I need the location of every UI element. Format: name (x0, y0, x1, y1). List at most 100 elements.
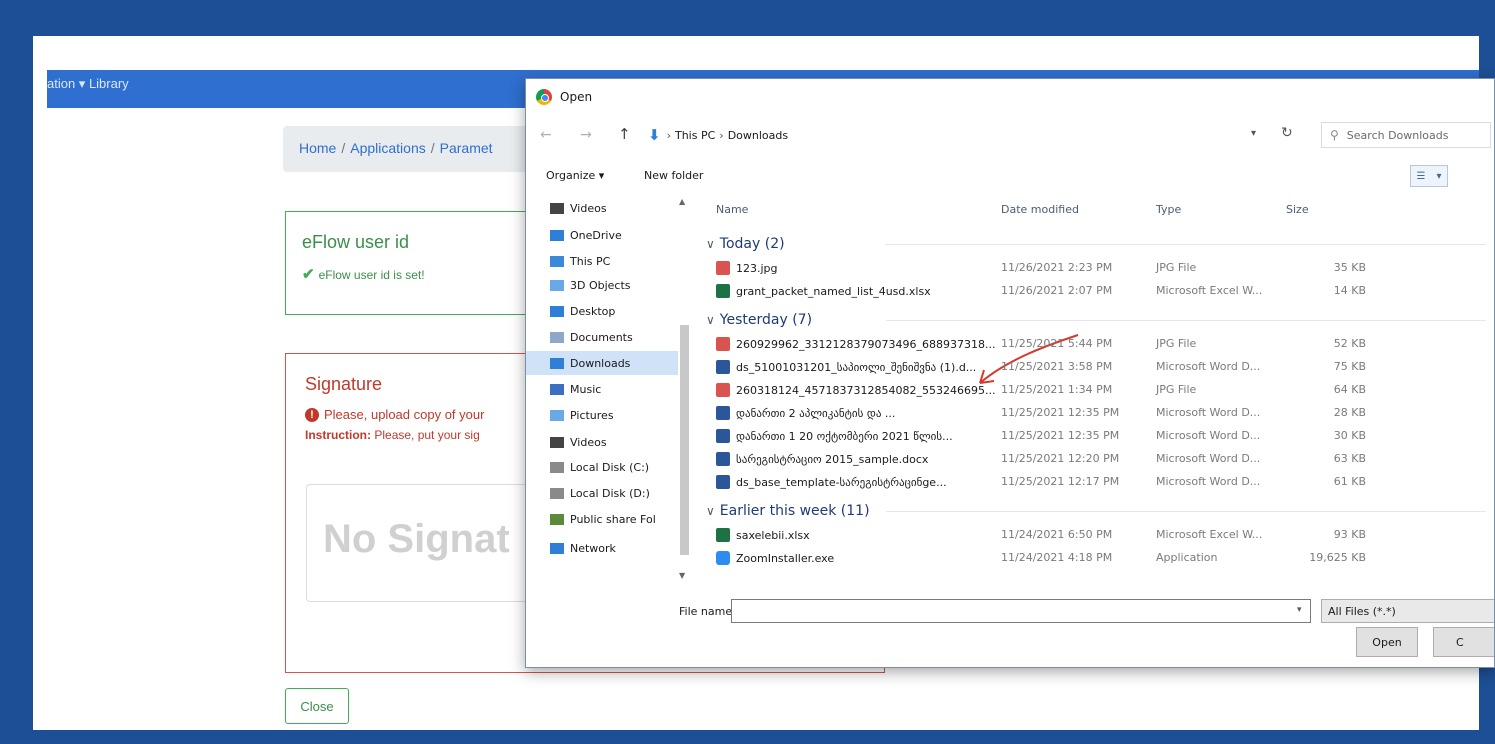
signature-warning-text: Please, upload copy of your (324, 407, 485, 422)
nav-item[interactable]: Music (550, 377, 690, 401)
path-downloads[interactable]: Downloads (728, 129, 788, 142)
file-row[interactable]: saxelebii.xlsx 11/24/2021 6:50 PM Microsof… (706, 524, 1494, 546)
close-button[interactable]: Close (285, 688, 349, 724)
cube-folder-icon (550, 279, 564, 291)
column-header-date[interactable]: Date modified (1001, 203, 1079, 216)
nav-item[interactable]: Downloads (526, 351, 678, 375)
check-icon: ✔ (302, 266, 315, 283)
instruction-text: Please, put your sig (374, 428, 480, 442)
nav-item[interactable]: Documents (550, 325, 690, 349)
file-row[interactable]: სარეგისტრაციო 2015_sample.docx 11/25/2021… (706, 448, 1494, 470)
file-type: Microsoft Excel W... (1156, 284, 1263, 297)
file-row[interactable]: 123.jpg 11/26/2021 2:23 PM JPG File 35 KB (706, 257, 1494, 279)
column-header-type[interactable]: Type (1156, 203, 1181, 216)
nav-item[interactable]: Public share Fol (550, 507, 690, 531)
breadcrumb-separator: / (341, 140, 346, 156)
group-divider (886, 320, 1486, 321)
nav-item-label: 3D Objects (570, 278, 631, 292)
file-type-filter[interactable]: All Files (*.*) (1321, 599, 1494, 623)
organize-button[interactable]: Organize ▾ (546, 169, 604, 182)
file-row[interactable]: 260318124_4571837312854082_553246695... 1… (706, 379, 1494, 401)
file-name-input[interactable] (731, 599, 1311, 623)
image-file-icon (716, 383, 730, 397)
breadcrumb-home[interactable]: Home (299, 140, 336, 156)
file-group-header[interactable]: ∨ Yesterday (7) (706, 309, 1486, 331)
column-header-name[interactable]: Name (716, 203, 748, 216)
chevron-down-icon: ▾ (1436, 170, 1442, 182)
file-row[interactable]: grant_packet_named_list_4usd.xlsx 11/26/2… (706, 280, 1494, 302)
file-row[interactable]: დანართი 1 20 ოქტომბერი 2021 წლის... 11/25… (706, 425, 1494, 447)
file-size: 28 KB (1333, 406, 1366, 419)
scroll-down-icon[interactable]: ▼ (679, 571, 685, 580)
file-name-cell: ZoomInstaller.exe (716, 551, 834, 565)
file-row[interactable]: ZoomInstaller.exe 11/24/2021 4:18 PM Appli… (706, 547, 1494, 569)
file-row[interactable]: ds_51001031201_საპიოლი_შენიშვნა (1).d...… (706, 356, 1494, 378)
nav-item[interactable]: This PC (550, 249, 690, 273)
nav-item[interactable]: Desktop (550, 299, 690, 323)
file-date: 11/25/2021 12:20 PM (1001, 452, 1120, 465)
file-name-cell: 123.jpg (716, 261, 778, 275)
dialog-title: Open (560, 90, 593, 104)
scroll-up-icon[interactable]: ▲ (679, 197, 685, 206)
search-input[interactable]: ⚲ Search Downloads (1321, 122, 1491, 148)
file-size: 19,625 KB (1309, 551, 1366, 564)
path-this-pc[interactable]: This PC (675, 129, 715, 142)
nav-item[interactable]: Pictures (550, 403, 690, 427)
file-type: JPG File (1156, 337, 1197, 350)
music-folder-icon (550, 383, 564, 395)
breadcrumb-applications[interactable]: Applications (350, 140, 426, 156)
file-size: 35 KB (1333, 261, 1366, 274)
file-name-text: ds_51001031201_საპიოლი_შენიშვნა (1).d... (736, 360, 977, 374)
file-name-text: დანართი 1 20 ოქტომბერი 2021 წლის... (736, 429, 953, 443)
refresh-icon[interactable]: ↻ (1281, 125, 1293, 141)
cancel-button[interactable]: C (1433, 627, 1494, 657)
file-size: 52 KB (1333, 337, 1366, 350)
open-file-dialog: Open ← → ↑ ⬇ › This PC › Downloads ▾ ↻ ⚲… (525, 78, 1495, 668)
details-view-icon: ☰ (1416, 170, 1426, 182)
nav-item-label: Network (570, 541, 616, 555)
nav-item[interactable]: Videos (550, 196, 690, 220)
column-header-size[interactable]: Size (1286, 203, 1309, 216)
word-file-icon (716, 429, 730, 443)
nav-menu[interactable]: ation ▾ Library (47, 76, 129, 92)
file-group-header[interactable]: ∨ Earlier this week (11) (706, 500, 1486, 522)
back-forward-icons[interactable]: ← → (540, 127, 604, 143)
word-file-icon (716, 452, 730, 466)
nav-item[interactable]: OneDrive (550, 223, 690, 247)
nav-item-label: Desktop (570, 304, 616, 318)
nav-item[interactable]: Local Disk (D:) (550, 481, 690, 505)
view-options-button[interactable]: ☰ ▾ (1410, 165, 1448, 187)
drive-icon (550, 487, 564, 499)
open-button[interactable]: Open (1356, 627, 1418, 657)
file-row[interactable]: 260929962_3312128379073496_688937318... 1… (706, 333, 1494, 355)
file-type: JPG File (1156, 261, 1197, 274)
nav-item[interactable]: Network (550, 536, 690, 560)
file-size: 61 KB (1333, 475, 1366, 488)
chevron-down-icon[interactable]: ▾ (1297, 605, 1302, 615)
network-drive-icon (550, 513, 564, 525)
up-arrow-icon[interactable]: ↑ (618, 125, 631, 143)
nav-item[interactable]: Videos (550, 430, 690, 454)
computer-icon (550, 255, 564, 267)
new-folder-button[interactable]: New folder (644, 169, 703, 182)
word-file-icon (716, 475, 730, 489)
file-row[interactable]: ds_base_template-სარეგისტრაცინge... 11/25… (706, 471, 1494, 493)
nav-item-label: Pictures (570, 408, 614, 422)
nav-item[interactable]: Local Disk (C:) (550, 455, 690, 479)
nav-item[interactable]: 3D Objects (550, 273, 690, 297)
file-type: Microsoft Word D... (1156, 452, 1261, 465)
file-name-text: დანართი 2 აპლიკანტის და ... (736, 406, 896, 420)
chevron-down-icon[interactable]: ▾ (1251, 128, 1256, 139)
file-name-cell: 260318124_4571837312854082_553246695... (716, 383, 995, 397)
word-file-icon (716, 360, 730, 374)
dialog-toolbar: Organize ▾ New folder ☰ ▾ (526, 161, 1494, 191)
address-bar[interactable]: ⬇ › This PC › Downloads (641, 122, 1301, 148)
file-row[interactable]: დანართი 2 აპლიკანტის და ... 11/25/2021 12… (706, 402, 1494, 424)
file-type: Application (1156, 551, 1218, 564)
navigation-scrollbar[interactable]: ▲ ▼ (676, 193, 692, 593)
file-name-text: სარეგისტრაციო 2015_sample.docx (736, 452, 929, 466)
file-date: 11/25/2021 12:35 PM (1001, 429, 1120, 442)
nav-item-label: Videos (570, 435, 607, 449)
file-group-header[interactable]: ∨ Today (2) (706, 233, 1486, 255)
scrollbar-thumb[interactable] (680, 325, 689, 555)
